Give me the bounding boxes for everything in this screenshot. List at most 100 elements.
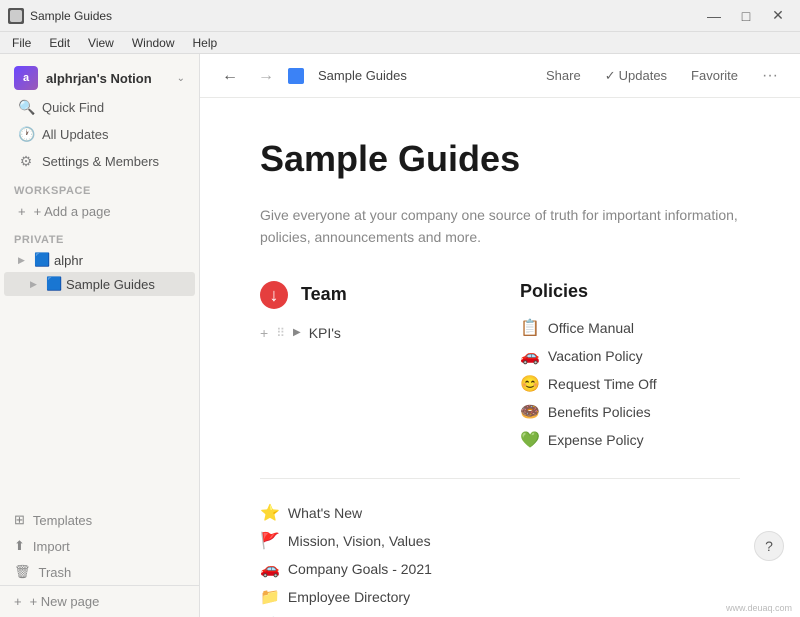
content-grid: ↓ Team + ⠿ ▶ KPI's Policies 📋 Off (260, 281, 740, 454)
office-manual-icon: 📋 (520, 318, 540, 338)
vacation-policy-item[interactable]: 🚗 Vacation Policy (520, 342, 740, 370)
check-icon: ✓ (605, 68, 616, 84)
title-bar-left: Sample Guides (8, 8, 112, 24)
menu-window[interactable]: Window (124, 34, 183, 52)
gear-icon: ⚙ (18, 153, 34, 170)
plus-icon: + (14, 594, 22, 609)
trash-label: Trash (39, 565, 72, 580)
menu-bar: File Edit View Window Help (0, 32, 800, 54)
back-button[interactable]: ← (216, 62, 244, 90)
alphr-label: alphr (54, 253, 83, 268)
benefits-label: Benefits Policies (548, 404, 651, 420)
menu-file[interactable]: File (4, 34, 39, 52)
main-content: ← → Sample Guides Share ✓ Updates Favori… (200, 54, 800, 617)
close-button[interactable]: ✕ (764, 2, 792, 30)
quick-find-label: Quick Find (42, 100, 104, 115)
sidebar-item-trash[interactable]: 🗑 Trash (0, 559, 199, 585)
sidebar-item-alphr[interactable]: ▶ 🟦 alphr (4, 248, 195, 272)
breadcrumb-icon (288, 68, 304, 84)
sidebar-item-sample-guides[interactable]: ▶ 🟦 Sample Guides (4, 272, 195, 296)
mission-vision-label: Mission, Vision, Values (288, 533, 431, 549)
sample-guides-label: Sample Guides (66, 277, 155, 292)
recent-press-item[interactable]: 📣 Recent Press (260, 611, 740, 617)
team-heading: ↓ Team (260, 281, 480, 309)
expense-label: Expense Policy (548, 432, 644, 448)
directory-icon: 📁 (260, 587, 280, 607)
star-icon: ⭐ (260, 503, 280, 523)
sidebar-item-settings[interactable]: ⚙ Settings & Members (4, 148, 195, 175)
workspace-section-label: WORKSPACE (0, 175, 199, 199)
whats-new-label: What's New (288, 505, 362, 521)
title-bar: Sample Guides — □ ✕ (0, 0, 800, 32)
app-container: a alphrjan's Notion ⌄ 🔍 Quick Find 🕐 All… (0, 54, 800, 617)
expense-icon: 💚 (520, 430, 540, 450)
sample-guides-icon: 🟦 (46, 276, 62, 292)
maximize-button[interactable]: □ (732, 2, 760, 30)
chevron-down-icon: ⌄ (177, 73, 185, 84)
policies-section: Policies 📋 Office Manual 🚗 Vacation Poli… (520, 281, 740, 454)
templates-icon: ⊞ (14, 512, 25, 528)
sidebar-item-templates[interactable]: ⊞ Templates (0, 507, 199, 533)
help-button[interactable]: ? (754, 531, 784, 561)
watermark: www.deuaq.com (726, 603, 792, 613)
all-updates-label: All Updates (42, 127, 108, 142)
expense-policy-item[interactable]: 💚 Expense Policy (520, 426, 740, 454)
window-title: Sample Guides (30, 9, 112, 23)
vacation-policy-label: Vacation Policy (548, 348, 643, 364)
new-page-button[interactable]: + + New page (0, 585, 199, 617)
page-content: Sample Guides Give everyone at your comp… (200, 98, 800, 617)
minimize-button[interactable]: — (700, 2, 728, 30)
new-page-label: + New page (30, 594, 100, 609)
settings-label: Settings & Members (42, 154, 159, 169)
mission-vision-item[interactable]: 🚩 Mission, Vision, Values (260, 527, 740, 555)
company-goals-item[interactable]: 🚗 Company Goals - 2021 (260, 555, 740, 583)
more-button[interactable]: ··· (756, 63, 784, 89)
updates-label: Updates (619, 68, 667, 83)
benefits-policies-item[interactable]: 🍩 Benefits Policies (520, 398, 740, 426)
office-manual-label: Office Manual (548, 320, 634, 336)
workspace-icon: a (14, 66, 38, 90)
whats-new-item[interactable]: ⭐ What's New (260, 499, 740, 527)
menu-view[interactable]: View (80, 34, 122, 52)
workspace-name: alphrjan's Notion (46, 71, 169, 86)
sidebar: a alphrjan's Notion ⌄ 🔍 Quick Find 🕐 All… (0, 54, 200, 617)
team-kpis-item[interactable]: + ⠿ ▶ KPI's (260, 321, 480, 345)
kpis-label: KPI's (309, 325, 341, 341)
request-time-off-label: Request Time Off (548, 376, 657, 392)
add-icon: + (18, 204, 26, 219)
trash-icon: 🗑 (14, 564, 31, 580)
import-icon: ⬆ (14, 538, 25, 554)
employee-directory-item[interactable]: 📁 Employee Directory (260, 583, 740, 611)
top-bar-actions: Share ✓ Updates Favorite ··· (540, 63, 784, 89)
sidebar-item-import[interactable]: ⬆ Import (0, 533, 199, 559)
benefits-icon: 🍩 (520, 402, 540, 422)
import-label: Import (33, 539, 70, 554)
sidebar-item-quick-find[interactable]: 🔍 Quick Find (4, 94, 195, 121)
add-page-button[interactable]: + + Add a page (4, 199, 195, 224)
search-icon: 🔍 (18, 99, 34, 116)
employee-directory-label: Employee Directory (288, 589, 410, 605)
sidebar-item-all-updates[interactable]: 🕐 All Updates (4, 121, 195, 148)
expand-arrow-icon: ▶ (293, 327, 301, 338)
app-icon (8, 8, 24, 24)
divider (260, 478, 740, 479)
menu-help[interactable]: Help (185, 34, 226, 52)
page-title: Sample Guides (260, 138, 740, 180)
alphr-page-icon: 🟦 (34, 252, 50, 268)
top-bar: ← → Sample Guides Share ✓ Updates Favori… (200, 54, 800, 98)
clock-icon: 🕐 (18, 126, 34, 143)
favorite-button[interactable]: Favorite (685, 64, 744, 87)
flag-icon: 🚩 (260, 531, 280, 551)
page-description: Give everyone at your company one source… (260, 204, 740, 249)
forward-button[interactable]: → (252, 62, 280, 90)
office-manual-item[interactable]: 📋 Office Manual (520, 314, 740, 342)
add-page-label: + Add a page (34, 204, 111, 219)
share-button[interactable]: Share (540, 64, 587, 87)
team-section: ↓ Team + ⠿ ▶ KPI's (260, 281, 480, 454)
updates-button[interactable]: ✓ Updates (599, 64, 673, 88)
menu-edit[interactable]: Edit (41, 34, 78, 52)
goals-icon: 🚗 (260, 559, 280, 579)
request-time-off-item[interactable]: 😊 Request Time Off (520, 370, 740, 398)
window-controls[interactable]: — □ ✕ (700, 2, 792, 30)
workspace-header[interactable]: a alphrjan's Notion ⌄ (0, 54, 199, 94)
